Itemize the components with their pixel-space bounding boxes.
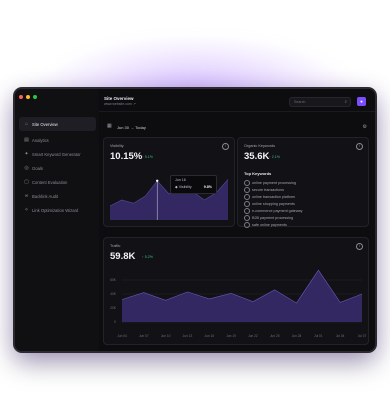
wand-icon: ✧ (24, 207, 29, 213)
keyword-text: online shopping payments (252, 201, 295, 206)
tooltip-value: 9.8% (203, 185, 212, 189)
x-tick-label: Jun 07 (139, 334, 149, 338)
sidebar-nav: ⌂ Site Overview ▤ Analytics ✦ Smart Keyword G… (19, 117, 96, 217)
search-placeholder: Search (294, 100, 306, 104)
x-tick-label: Jul 04 (336, 334, 345, 338)
organic-keywords-delta: ↑ 2.1% (269, 155, 280, 159)
top-bar: Site Overview www.website.com ↗ Search ⌕… (99, 89, 375, 112)
x-tick-label: Jun 10 (161, 334, 171, 338)
organic-keywords-label: Organic Keywords (244, 144, 276, 148)
avatar[interactable]: ● (357, 97, 366, 106)
y-tick-label: 40K (110, 292, 117, 296)
globe-icon (244, 186, 250, 193)
sidebar-item-label: Analytics (32, 137, 49, 143)
globe-icon (244, 214, 250, 221)
minimize-dot[interactable] (26, 95, 30, 99)
x-tick-label: Jun 16 (204, 334, 214, 338)
document-icon: ▢ (24, 179, 29, 185)
sparkle-icon: ✦ (24, 151, 29, 157)
x-tick-label: Jun 04 (117, 334, 127, 338)
sidebar-item-label: Link Optimization Wizard (32, 207, 79, 213)
sidebar-item-label: Backlink Audit (32, 193, 59, 199)
app-window: ⌂ Site Overview ▤ Analytics ✦ Smart Keyword G… (15, 89, 375, 351)
sidebar-item-backlink-audit[interactable]: ∞ Backlink Audit (19, 189, 96, 203)
sidebar-item-smart-keyword-generator[interactable]: ✦ Smart Keyword Generator (19, 147, 96, 161)
target-icon: ◎ (24, 165, 29, 171)
y-tick-label: 60K (110, 278, 117, 282)
keyword-item[interactable]: online transaction platform (244, 193, 302, 200)
sidebar-item-analytics[interactable]: ▤ Analytics (19, 133, 96, 147)
sidebar-item-label: Site Overview (32, 121, 58, 127)
external-link-icon: ↗ (132, 102, 136, 106)
calendar-icon[interactable]: ▦ (107, 123, 112, 129)
sidebar-item-goals[interactable]: ◎ Goals (19, 161, 96, 175)
keyword-item[interactable]: secure transactions (244, 186, 302, 193)
globe-icon (244, 221, 250, 228)
x-tick-label: Jul 07 (358, 334, 367, 338)
globe-icon (244, 193, 250, 200)
sidebar-item-label: Smart Keyword Generator (32, 151, 81, 157)
y-tick-label: 0 (114, 320, 116, 324)
x-tick-label: Jun 25 (270, 334, 280, 338)
analytics-icon: ▤ (24, 137, 29, 143)
keyword-item[interactable]: online shopping payments (244, 200, 302, 207)
globe-icon (244, 207, 250, 214)
window-controls (19, 95, 37, 99)
keyword-text: online payment processing (252, 180, 296, 185)
site-url-text: www.website.com (104, 102, 132, 106)
x-tick-label: Jun 13 (183, 334, 193, 338)
tooltip-date: Jun 16 (175, 178, 186, 182)
close-dot[interactable] (19, 95, 23, 99)
search-icon: ⌕ (344, 99, 347, 104)
search-input[interactable]: Search ⌕ (289, 97, 351, 107)
x-tick-label: Jun 19 (226, 334, 236, 338)
sidebar-item-link-optimization-wizard[interactable]: ✧ Link Optimization Wizard (19, 203, 96, 217)
x-tick-label: Jun 28 (292, 334, 302, 338)
traffic-area (122, 270, 362, 322)
x-tick-label: Jul 01 (314, 334, 323, 338)
chart-tooltip: Jun 16 ◆ Visibility 9.8% (170, 175, 217, 194)
globe-icon (244, 200, 250, 207)
y-tick-label: 20K (110, 306, 117, 310)
hover-point (156, 179, 159, 182)
keyword-item[interactable]: safe online payments (244, 221, 302, 228)
tooltip-label: ◆ Visibility (175, 185, 192, 189)
gear-icon[interactable]: ⚙ (363, 124, 367, 130)
user-icon: ● (360, 99, 363, 104)
sidebar: ⌂ Site Overview ▤ Analytics ✦ Smart Keyword G… (15, 89, 100, 351)
keyword-item[interactable]: e-commerce payment gateway (244, 207, 302, 214)
sidebar-item-site-overview[interactable]: ⌂ Site Overview (19, 117, 96, 131)
tooltip-label-text: Visibility (178, 185, 192, 189)
date-range-picker[interactable]: Jun 30 → Today (117, 125, 146, 130)
sidebar-item-label: Content Evaluation (32, 179, 68, 185)
keyword-text: online transaction platform (252, 194, 296, 199)
keyword-text: safe online payments (252, 222, 287, 227)
maximize-dot[interactable] (33, 95, 37, 99)
main-area: Site Overview www.website.com ↗ Search ⌕… (99, 89, 375, 351)
keyword-item[interactable]: B2B payment processing (244, 214, 302, 221)
keyword-text: secure transactions (252, 187, 284, 192)
top-keywords-title: Top Keywords (244, 171, 272, 176)
organic-keywords-card: Organic Keywords i 35.6K ↑ 2.1% Top Keyw… (237, 137, 369, 228)
visibility-card: Visibility i 10.15% ↑ 5.1% Jun 16 ◆ Visi… (103, 137, 235, 227)
organic-keywords-value: 35.6K (244, 151, 270, 162)
link-icon: ∞ (24, 193, 29, 199)
x-tick-label: Jun 22 (248, 334, 258, 338)
traffic-chart: 60K 40K 20K 0 Jun 04 Jun 07 Jun 10 Jun 13 Jun 16… (110, 269, 367, 338)
traffic-card: Traffic i 59.8K ↑ 5.2% 60K 40K 20K 0 Jun 04 J… (103, 237, 369, 345)
keyword-text: e-commerce payment gateway (252, 208, 303, 213)
info-icon[interactable]: i (356, 143, 363, 150)
keyword-text: B2B payment processing (252, 215, 293, 220)
keyword-item[interactable]: online payment processing (244, 179, 302, 186)
page-title: Site Overview (104, 96, 134, 101)
sidebar-item-content-evaluation[interactable]: ▢ Content Evaluation (19, 175, 96, 189)
globe-icon (244, 179, 250, 186)
sidebar-item-label: Goals (32, 165, 43, 171)
top-keywords-list: online payment processing secure transact… (244, 179, 302, 228)
site-url-link[interactable]: www.website.com ↗ (104, 102, 136, 106)
home-icon: ⌂ (24, 121, 29, 127)
